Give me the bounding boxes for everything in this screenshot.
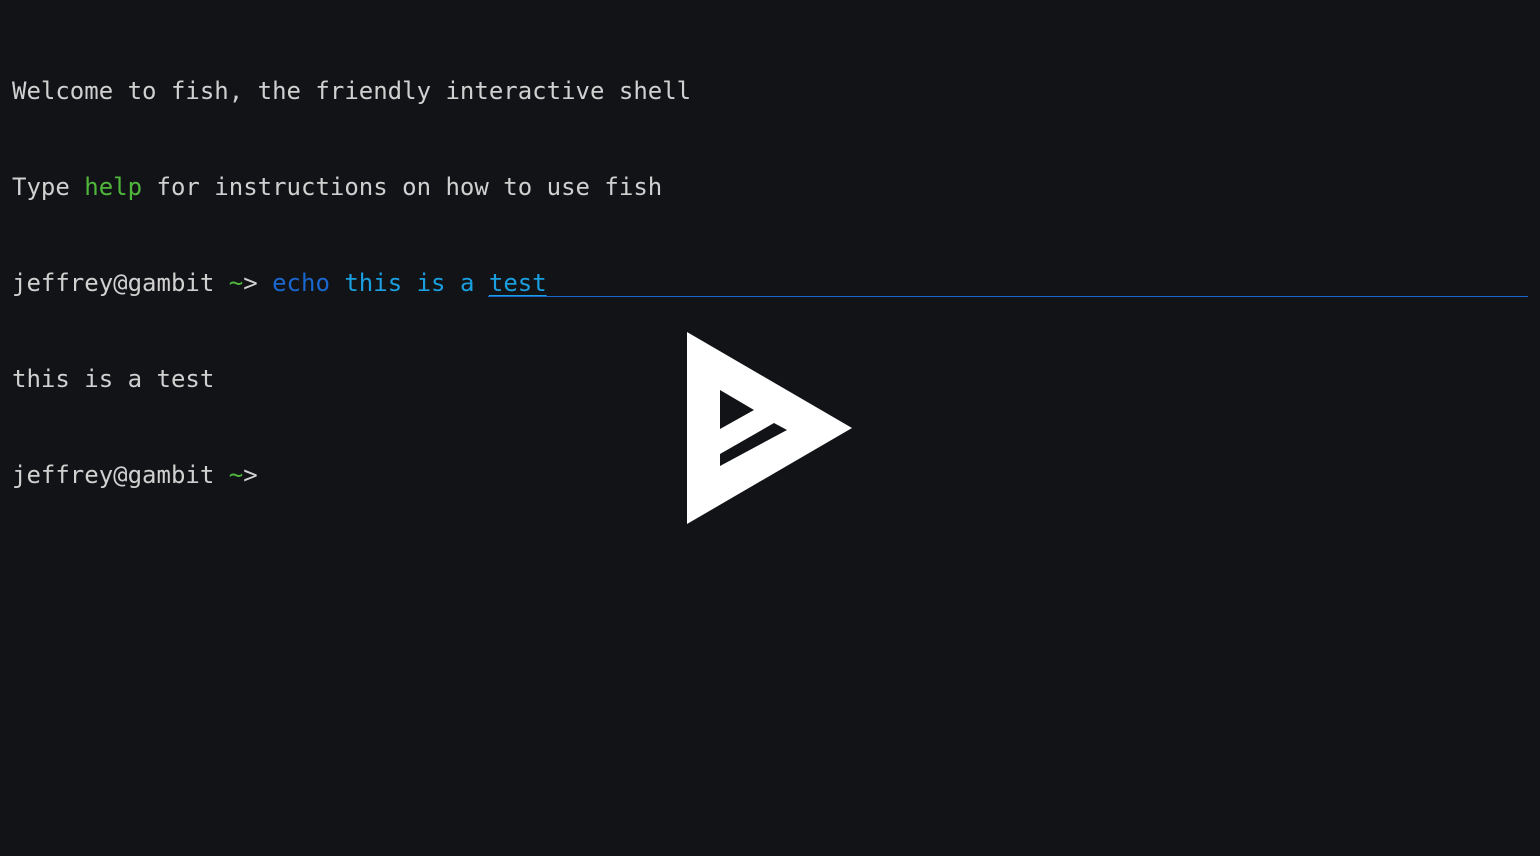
help-prefix: Type	[12, 173, 85, 201]
command-arg: this	[344, 269, 403, 297]
command-arg-path: test	[488, 269, 547, 297]
prompt-cwd: ~	[228, 269, 244, 297]
underline-rule	[488, 296, 1528, 297]
welcome-line: Welcome to fish, the friendly interactiv…	[12, 75, 1528, 107]
play-button[interactable]	[686, 332, 854, 524]
welcome-text: Welcome to fish, the friendly interactiv…	[12, 77, 692, 105]
output-text: this is a test	[12, 365, 215, 393]
help-keyword: help	[84, 173, 143, 201]
command-arg: a	[459, 269, 475, 297]
prompt-user-host: jeffrey@gambit	[12, 461, 215, 489]
prompt-cwd: ~	[228, 461, 244, 489]
prompt-user-host: jeffrey@gambit	[12, 269, 215, 297]
asciinema-play-icon	[687, 332, 852, 524]
help-line: Type help for instructions on how to use…	[12, 171, 1528, 203]
help-suffix: for instructions on how to use fish	[142, 173, 663, 201]
command-name: echo	[272, 269, 330, 297]
command-arg: is	[416, 269, 446, 297]
prompt-symbol: >	[243, 461, 258, 489]
command-line: jeffrey@gambit ~> echo this is a test	[12, 267, 1528, 299]
prompt-symbol: >	[243, 269, 258, 297]
